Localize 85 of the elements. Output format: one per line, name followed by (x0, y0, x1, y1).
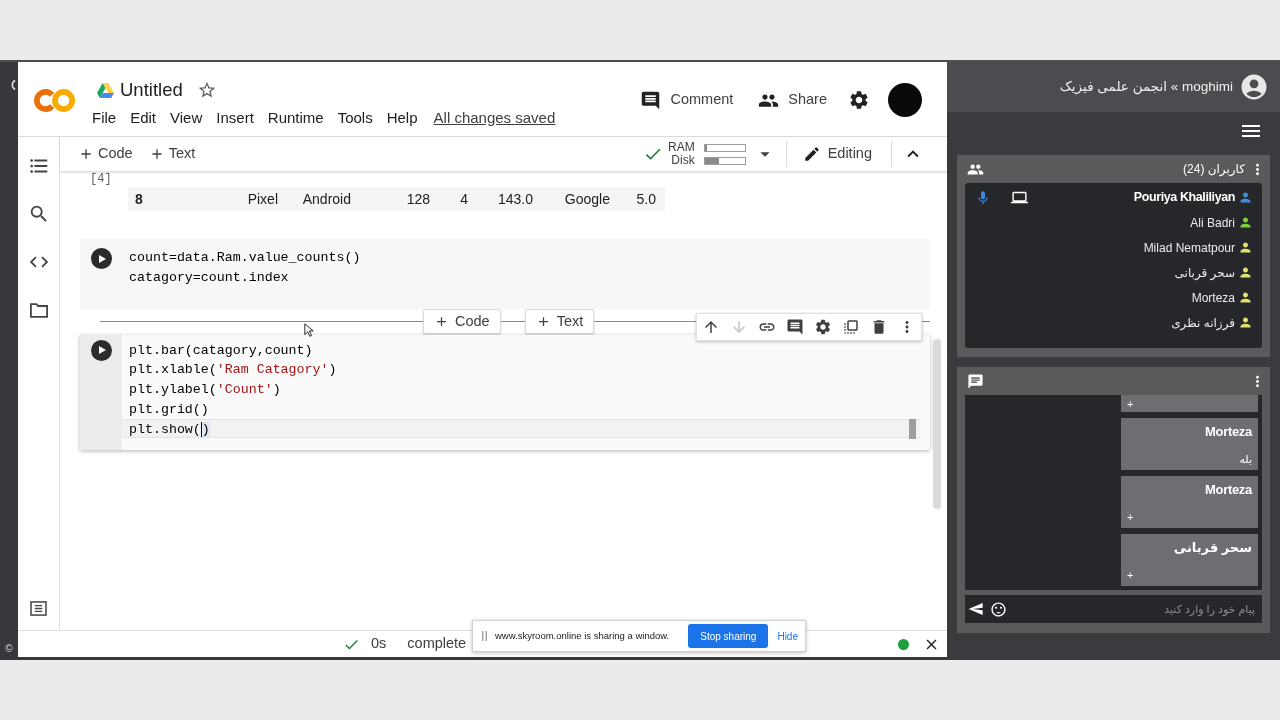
save-status-link[interactable]: All changes saved (433, 106, 556, 130)
user-name[interactable]: Morteza (1191, 288, 1235, 307)
users-title: کاربران (24) (1183, 161, 1245, 178)
code-line: count=data.Ram.value_counts() (128, 249, 362, 267)
row-index-cell-text: 8 (134, 189, 144, 209)
meter-label: Disk (670, 154, 695, 167)
menu-item[interactable]: Tools (337, 106, 373, 130)
user-name[interactable]: Milad Nematpour (1143, 238, 1235, 257)
pencil-icon (802, 145, 821, 163)
code-cell[interactable]: count=data.Ram.value_counts() catagory=count.index (80, 239, 930, 309)
message-text: + (1127, 397, 1135, 411)
execution-count: [4] (90, 172, 112, 186)
emoji-icon[interactable] (990, 600, 1007, 618)
table-cell-text: 128 (405, 189, 430, 209)
table-cell-text: 5.0 (635, 189, 656, 209)
hide-link[interactable]: Hide (777, 628, 798, 644)
settings-icon[interactable] (814, 317, 832, 336)
avatar-icon[interactable] (888, 83, 922, 117)
user-name[interactable]: سحر قربانی (1174, 263, 1235, 282)
menu-item[interactable]: Edit (130, 106, 157, 130)
copyright-symbol: © (5, 642, 13, 656)
microphone-icon[interactable] (975, 189, 991, 206)
play-icon (98, 346, 106, 354)
plus-icon (78, 146, 94, 162)
laptop-icon[interactable] (1011, 189, 1028, 206)
account-icon[interactable] (1239, 72, 1269, 102)
code-line: catagory=count.index (128, 268, 290, 287)
editor-scrollbar[interactable] (909, 419, 916, 440)
message-sender: Morteza (1203, 481, 1252, 499)
chat-input-bar[interactable]: پیام خود را وارد کنید (965, 595, 1262, 623)
drive-icon (97, 82, 114, 98)
table-cell-text: 4 (459, 189, 468, 209)
run-cell-button[interactable] (90, 248, 112, 269)
menu-item[interactable]: View (170, 106, 203, 130)
colab-logo (34, 87, 76, 113)
message-sender: Morteza (1203, 423, 1252, 441)
run-status: complete (407, 634, 467, 654)
menu-item[interactable]: Insert (216, 106, 254, 130)
message-text: + (1127, 510, 1135, 524)
message-input[interactable]: پیام خود را وارد کنید (1015, 598, 1255, 620)
menu-item[interactable]: File (92, 106, 117, 130)
play-icon (98, 254, 106, 263)
add-cell-button[interactable]: Code (74, 140, 137, 168)
comment-button[interactable]: Comment (636, 84, 738, 116)
folder-icon[interactable] (29, 302, 48, 318)
editing-mode-button[interactable]: Editing (802, 140, 872, 168)
user-name[interactable]: Ali Badri (1190, 213, 1235, 232)
sharing-message: www.skyroom.online is sharing a window. (495, 628, 670, 643)
scrollbar[interactable] (933, 339, 941, 509)
stop-sharing-button[interactable]: Stop sharing (688, 624, 769, 648)
settings-icon[interactable] (848, 89, 870, 111)
table-cell-text: Google (563, 189, 610, 209)
table-cell-text: Pixel (246, 189, 278, 209)
plus-icon (434, 314, 449, 329)
grip-icon (482, 631, 487, 641)
code-line: plt.ylabel('Count') (128, 381, 282, 399)
table-cell-text: Android (301, 189, 351, 209)
menu-item[interactable]: Help (386, 106, 418, 130)
insert-cell-button[interactable]: Code (423, 309, 501, 334)
menu-item[interactable]: Runtime (267, 106, 324, 130)
comment-icon[interactable] (786, 317, 804, 336)
user-name[interactable]: Pouriya Khaliliyan (1133, 188, 1235, 207)
notebook-title[interactable]: Untitled (120, 76, 183, 104)
room-title: moghimi » انجمن علمی فیزیک (1059, 77, 1233, 97)
meter-label: RAM (667, 141, 695, 154)
message-text: + (1127, 568, 1135, 582)
code-line: plt.bar(catagory,count) (128, 341, 314, 360)
code-line: plt.xlable('Ram Catagory') (128, 361, 338, 379)
message-text: بله (1238, 452, 1252, 466)
run-cell-button[interactable] (90, 339, 112, 361)
table-cell-text: 143.0 (496, 189, 533, 209)
overlapping-squares-icon[interactable] (842, 317, 860, 336)
mouse-pointer-icon (304, 323, 314, 338)
run-duration: 0s (371, 634, 387, 654)
terminal-icon[interactable] (30, 601, 47, 616)
message-sender: سحر قربانی (1172, 539, 1252, 557)
comment-icon (640, 89, 662, 111)
user-name[interactable]: فرزانه نظری (1171, 313, 1235, 332)
insert-cell-button[interactable]: Text (524, 309, 595, 334)
code-line: plt.grid() (128, 400, 210, 419)
code-cell[interactable]: plt.bar(catagory,count) plt.xlable('Ram Catagory') plt.ylabel('Count') plt.grid() plt.show() (80, 334, 930, 451)
share-button[interactable]: Share (754, 84, 831, 116)
chat-icon (967, 372, 984, 390)
add-cell-button[interactable]: Text (144, 140, 200, 168)
send-icon[interactable] (968, 601, 984, 617)
